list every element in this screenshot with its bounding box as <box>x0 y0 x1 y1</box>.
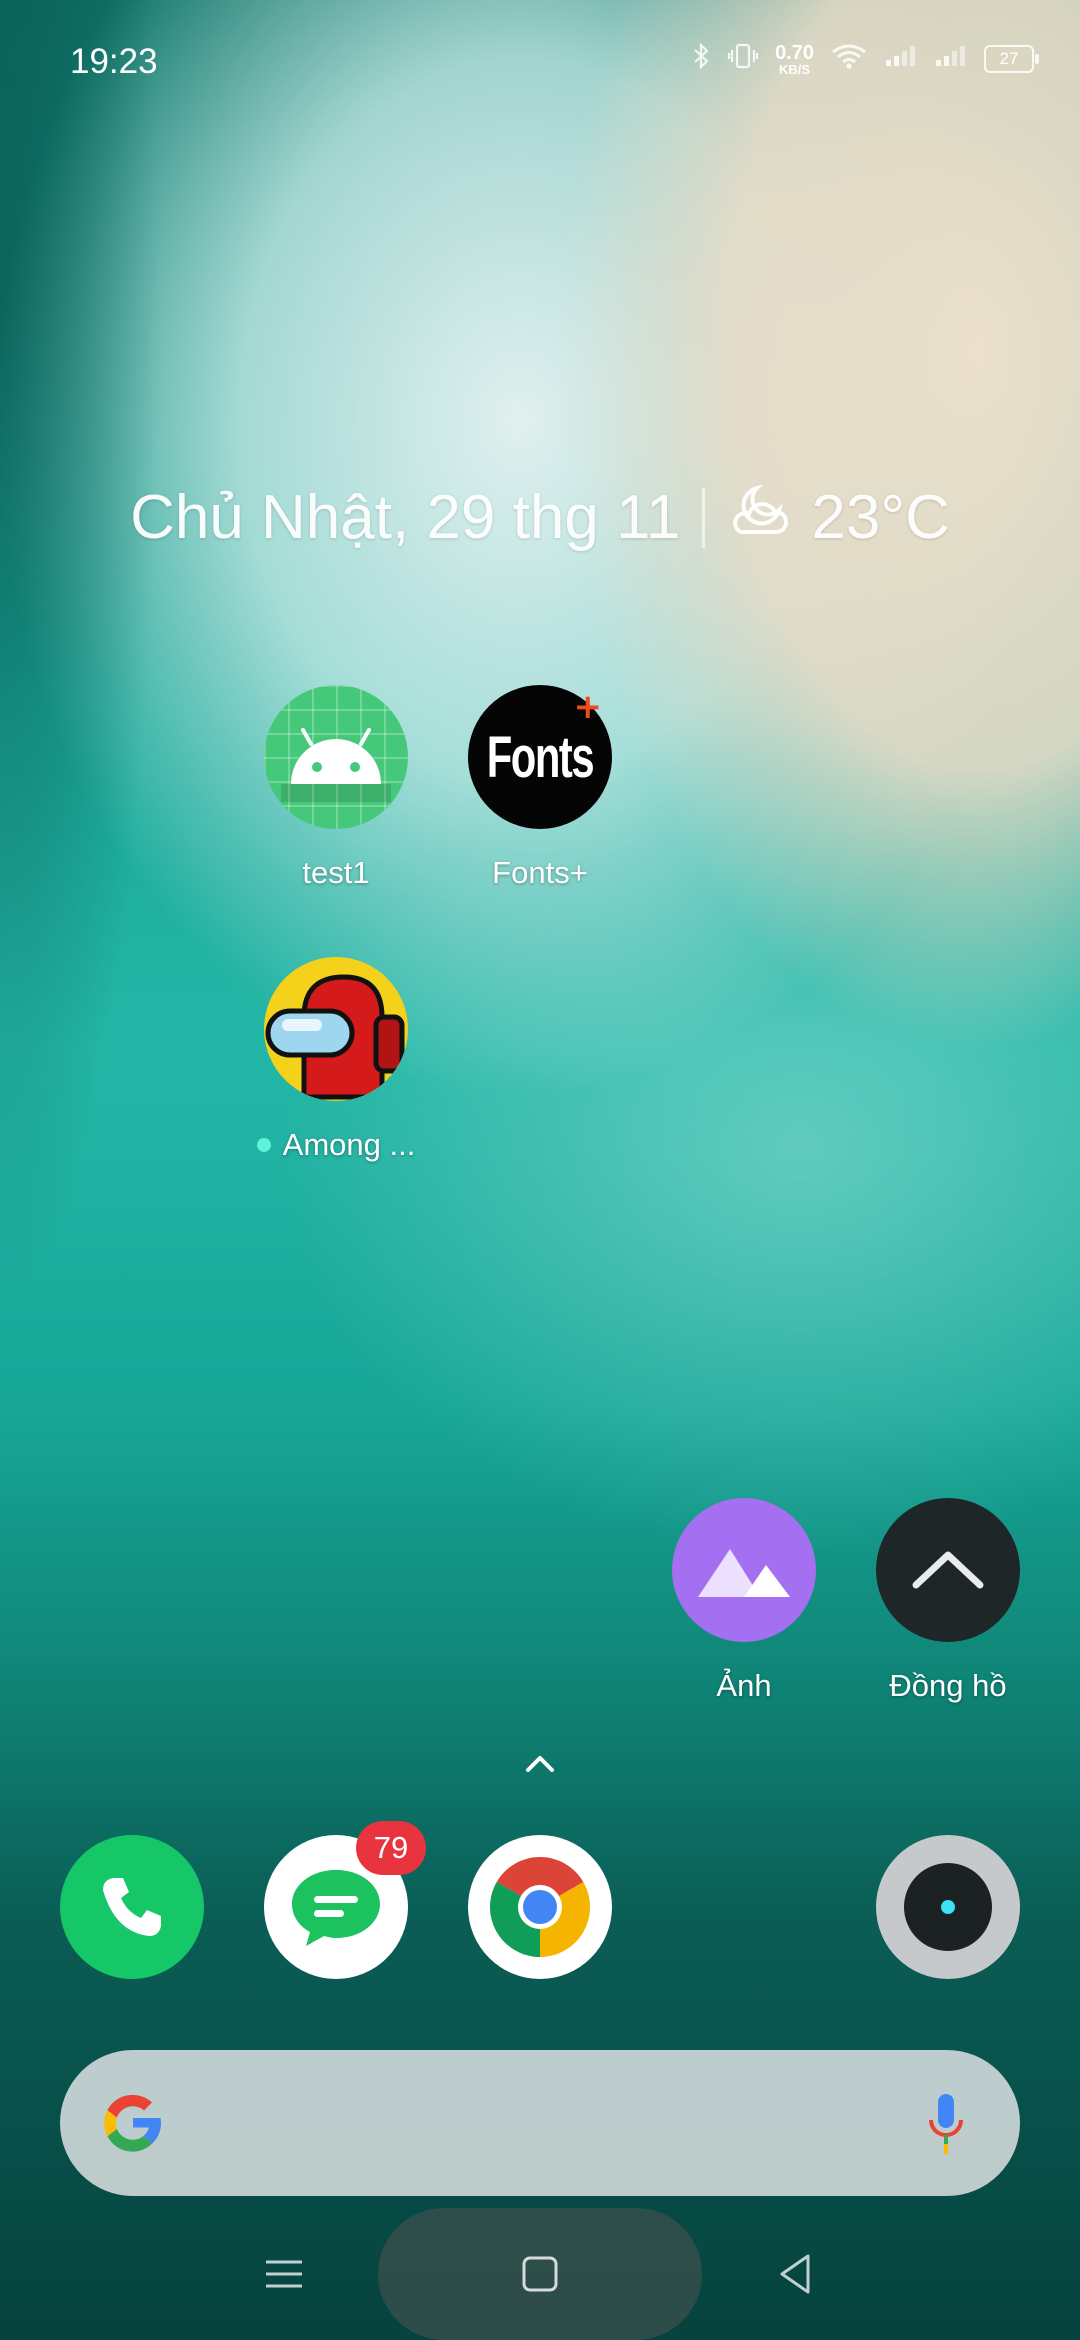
mic-icon[interactable] <box>926 2092 966 2156</box>
temperature: 23°C <box>811 483 950 552</box>
app-label: Đồng hồ <box>889 1668 1007 1703</box>
status-time: 19:23 <box>70 42 158 81</box>
back-button[interactable] <box>774 2252 818 2296</box>
clock-icon <box>876 1498 1020 1642</box>
phone-icon <box>60 1835 204 1979</box>
navigation-bar <box>0 2200 1080 2340</box>
unread-badge: 79 <box>356 1821 426 1875</box>
app-photos[interactable]: Ảnh <box>644 1498 844 1704</box>
recents-button[interactable] <box>262 2252 306 2296</box>
status-icons: 0.70 KB/S 27 <box>693 42 1039 76</box>
fonts-plus-icon: Fonts + <box>468 685 612 829</box>
chevron-up-icon[interactable] <box>520 1748 560 1778</box>
dock-chrome[interactable] <box>440 1835 640 1979</box>
date-weather-widget[interactable]: Chủ Nhật, 29 thg 11 23°C <box>0 480 1080 555</box>
home-button[interactable] <box>518 2252 562 2296</box>
app-label: test1 <box>302 855 370 890</box>
date-text: Chủ Nhật, 29 thg 11 <box>130 483 681 552</box>
dock-camera[interactable] <box>848 1835 1048 1979</box>
app-label: Fonts+ <box>492 855 588 890</box>
bluetooth-icon <box>693 42 711 76</box>
widget-divider <box>702 487 706 548</box>
new-install-dot <box>256 1138 271 1152</box>
weather: 23°C <box>727 480 950 555</box>
messages-icon: 79 <box>264 1821 426 1979</box>
vibrate-icon <box>727 42 759 76</box>
signal-icon-2 <box>934 44 968 74</box>
battery-icon: 27 <box>984 45 1039 73</box>
net-speed-value: 0.70 <box>775 41 814 64</box>
dock-phone[interactable] <box>32 1835 232 1979</box>
dock-messages[interactable]: 79 <box>236 1821 436 1979</box>
app-label: Among ... <box>256 1127 415 1163</box>
app-clock[interactable]: Đồng hồ <box>848 1498 1048 1704</box>
photos-icon <box>672 1498 816 1642</box>
wifi-icon <box>830 42 868 76</box>
app-label: Ảnh <box>716 1668 772 1703</box>
google-logo-icon <box>104 2094 161 2152</box>
app-fonts-plus[interactable]: Fonts + Fonts+ <box>440 685 640 891</box>
app-among-us[interactable]: Among ... <box>236 957 436 1163</box>
net-speed-unit: KB/S <box>779 61 811 77</box>
app-test1[interactable]: test1 <box>236 685 436 891</box>
chrome-icon <box>468 1835 612 1979</box>
android-icon <box>264 685 408 829</box>
google-search-bar[interactable] <box>60 2050 1020 2196</box>
wallpaper <box>0 0 1080 2340</box>
net-speed: 0.70 KB/S <box>775 43 814 76</box>
partly-cloudy-night-icon <box>727 480 797 555</box>
signal-icon <box>884 44 918 74</box>
among-us-icon <box>264 957 408 1101</box>
battery-level: 27 <box>999 49 1019 68</box>
status-bar: 19:23 0.70 KB/S 27 <box>0 0 1080 130</box>
camera-icon <box>876 1835 1020 1979</box>
